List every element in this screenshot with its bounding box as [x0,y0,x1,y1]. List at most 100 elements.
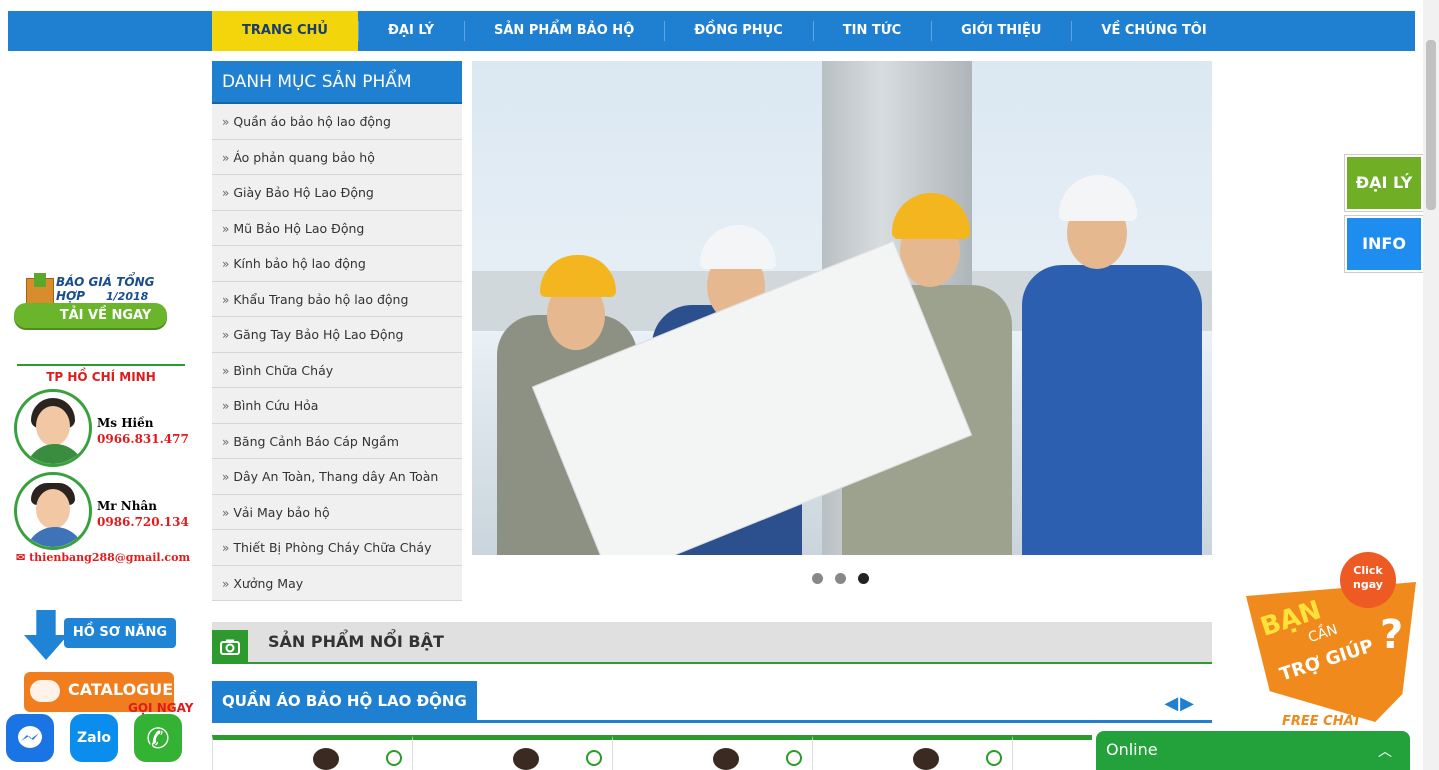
category-item[interactable]: » Dây An Toàn, Thang dây An Toàn [212,459,462,495]
price-list-banner[interactable]: BÁO GIÁ TỔNG HỢP 1/2018 TẢI VỀ NGAY [14,273,169,330]
nav-news[interactable]: TIN TỨC [812,11,931,51]
mail-icon: ✉ [16,551,26,564]
nav-introduction[interactable]: GIỚI THIỆU [931,11,1071,51]
product-carousel [212,735,1092,770]
category-label: Bình Cứu Hỏa [233,398,319,413]
download-now-button[interactable]: TẢI VỀ NGAY [14,303,167,328]
slider-dot[interactable] [835,573,846,584]
double-chevron-icon: » [222,434,230,449]
category-label: Áo phản quang bảo hộ [233,149,375,165]
contact-phone[interactable]: 0986.720.134 [97,515,189,529]
section-header: QUẦN ÁO BẢO HỘ LAO ĐỘNG ◀ ▶ [212,681,1212,723]
featured-products-bar: SẢN PHẨM NỔI BẬT [212,622,1212,664]
category-label: Găng Tay Bảo Hộ Lao Động [233,327,404,342]
product-card[interactable] [412,735,612,770]
double-chevron-icon: » [222,186,230,200]
floating-agent-button[interactable]: ĐẠI LÝ [1345,155,1423,211]
slide-worker-figure [1012,145,1202,555]
brand-logo-icon [786,750,802,766]
catalogue-label: CATALOGUE [68,680,174,699]
double-chevron-icon: » [222,292,230,307]
call-button[interactable]: ✆ [134,714,182,762]
double-chevron-icon: » [222,505,230,520]
double-chevron-icon: » [222,221,230,236]
double-chevron-icon: » [222,115,230,129]
product-card[interactable] [812,735,1012,770]
category-label: Dây An Toàn, Thang dây An Toàn [233,469,439,484]
category-item[interactable]: » Mũ Bảo Hộ Lao Động [212,211,462,246]
slider-dot[interactable] [858,573,869,584]
nav-uniforms[interactable]: ĐỒNG PHỤC [664,11,813,51]
now-label: ngay [1353,578,1383,591]
nav-home[interactable]: TRANG CHỦ [212,11,358,51]
slider-dot[interactable] [812,573,823,584]
category-label: Bình Chữa Cháy [233,362,334,378]
brand-logo-icon [586,750,602,766]
double-chevron-icon: » [222,363,230,378]
section-title[interactable]: QUẦN ÁO BẢO HỘ LAO ĐỘNG [212,681,477,721]
nav-safety-products[interactable]: SẢN PHẨM BẢO HỘ [464,11,664,51]
category-item[interactable]: » Bình Cứu Hỏa [212,388,462,424]
page: TRANG CHỦ ĐẠI LÝ SẢN PHẨM BẢO HỘ ĐỒNG PH… [0,0,1439,770]
email-link[interactable]: ✉ thienbang288@gmail.com [16,551,190,564]
contact-card-nhan: Mr Nhân 0986.720.134 [14,472,189,552]
download-arrow-icon [24,610,68,660]
nav-about-us[interactable]: VỀ CHÚNG TÔI [1071,11,1236,51]
category-item[interactable]: » Kính bảo hộ lao động [212,246,462,282]
next-arrow-icon[interactable]: ▶ [1180,693,1194,714]
category-item[interactable]: » Thiết Bị Phòng Cháy Chữa Cháy [212,530,462,566]
download-arrow-icon [34,273,46,287]
avatar [14,389,92,467]
hero-slider[interactable] [472,61,1212,555]
chat-status: Online [1106,740,1158,759]
slider-dots [812,573,869,584]
double-chevron-icon: » [222,150,230,165]
main-nav: TRANG CHỦ ĐẠI LÝ SẢN PHẨM BẢO HỘ ĐỒNG PH… [212,11,1237,51]
double-chevron-icon: » [222,399,230,413]
category-item[interactable]: » Vải May bảo hộ [212,495,462,530]
question-mark-icon: ? [1380,612,1404,658]
category-item[interactable]: » Xưởng May [212,566,462,601]
category-item[interactable]: » Bình Chữa Cháy [212,353,462,388]
category-label: Xưởng May [233,575,304,591]
category-item[interactable]: » Găng Tay Bảo Hộ Lao Động [212,317,462,353]
double-chevron-icon: » [222,541,230,555]
chevron-up-icon[interactable]: ︿ [1378,741,1392,761]
product-card[interactable] [1012,735,1092,770]
email-address: thienbang288@gmail.com [29,551,191,564]
double-chevron-icon: » [222,257,230,271]
contact-card-hien: Ms Hiền 0966.831.477 [14,389,189,469]
category-item[interactable]: » Quần áo bảo hộ lao động [212,104,462,140]
phone-icon: ✆ [146,721,170,755]
category-menu: DANH MỤC SẢN PHẨM » Quần áo bảo hộ lao độ… [212,61,462,601]
company-profile-button[interactable]: HỒ SƠ NĂNG LỰC [24,610,176,670]
contact-name: Mr Nhân [97,499,157,513]
category-item[interactable]: » Áo phản quang bảo hộ [212,140,462,175]
prev-arrow-icon[interactable]: ◀ [1164,693,1178,714]
camera-icon [212,630,248,664]
category-list: » Quần áo bảo hộ lao động» Áo phản quang b… [212,104,462,601]
product-card[interactable] [212,735,412,770]
category-label: Khẩu Trang bảo hộ lao động [233,291,409,307]
category-label: Giày Bảo Hộ Lao Động [233,185,374,200]
category-item[interactable]: » Băng Cảnh Báo Cáp Ngầm [212,424,462,459]
zalo-button[interactable]: Zalo [70,714,118,762]
category-label: Vải May bảo hộ [233,504,330,520]
category-item[interactable]: » Giày Bảo Hộ Lao Động [212,175,462,211]
scrollbar-thumb[interactable] [1426,40,1436,210]
brand-logo-icon [986,750,1002,766]
contact-phone[interactable]: 0966.831.477 [97,432,189,446]
category-item[interactable]: » Khẩu Trang bảo hộ lao động [212,282,462,317]
help-widget[interactable]: Click ngay BẠN CẦN TRỢ GIÚP ? FREE CHAT [1240,552,1425,732]
messenger-button[interactable] [6,714,54,762]
live-chat-bar[interactable]: Online ︿ [1096,731,1410,770]
category-menu-title: DANH MỤC SẢN PHẨM [212,61,462,104]
price-banner-date: 1/2018 [106,290,149,303]
page-scrollbar[interactable] [1423,0,1439,770]
double-chevron-icon: » [222,470,230,484]
nav-agent[interactable]: ĐẠI LÝ [358,11,464,51]
category-label: Thiết Bị Phòng Cháy Chữa Cháy [233,540,432,555]
call-now-label: GỌI NGAY [128,701,194,715]
floating-info-button[interactable]: INFO [1345,216,1423,272]
product-card[interactable] [612,735,812,770]
